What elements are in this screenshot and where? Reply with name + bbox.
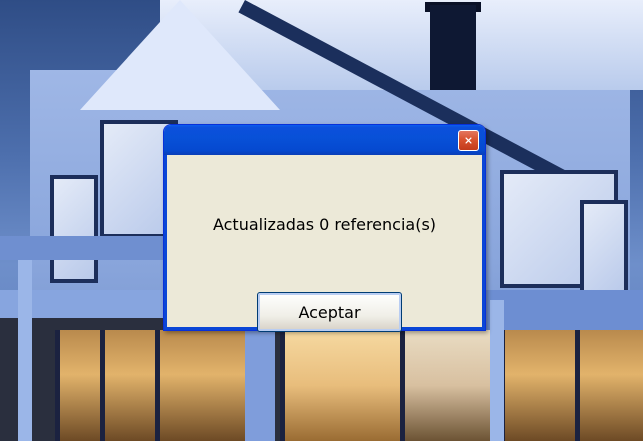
dialog-message: Actualizadas 0 referencia(s) [212,215,437,234]
glass-panel [575,330,643,441]
glass-panel [155,330,255,441]
dialog-frame-right [482,155,485,330]
close-icon [465,137,472,144]
house-window [580,200,628,298]
pillar [490,300,504,441]
dialog-body: Actualizadas 0 referencia(s) Aceptar [167,155,482,332]
accept-button[interactable]: Aceptar [257,292,402,332]
glass-panel [500,330,580,441]
house-window [50,175,98,283]
dialog-titlebar[interactable] [164,125,485,155]
glass-panel [280,330,410,441]
close-button[interactable] [458,130,479,151]
glass-panel [400,330,500,441]
glass-panel [55,330,105,441]
chimney [430,5,476,90]
pillar [18,260,32,441]
roof-beam [480,290,643,330]
message-dialog: Actualizadas 0 referencia(s) Aceptar [163,124,486,332]
